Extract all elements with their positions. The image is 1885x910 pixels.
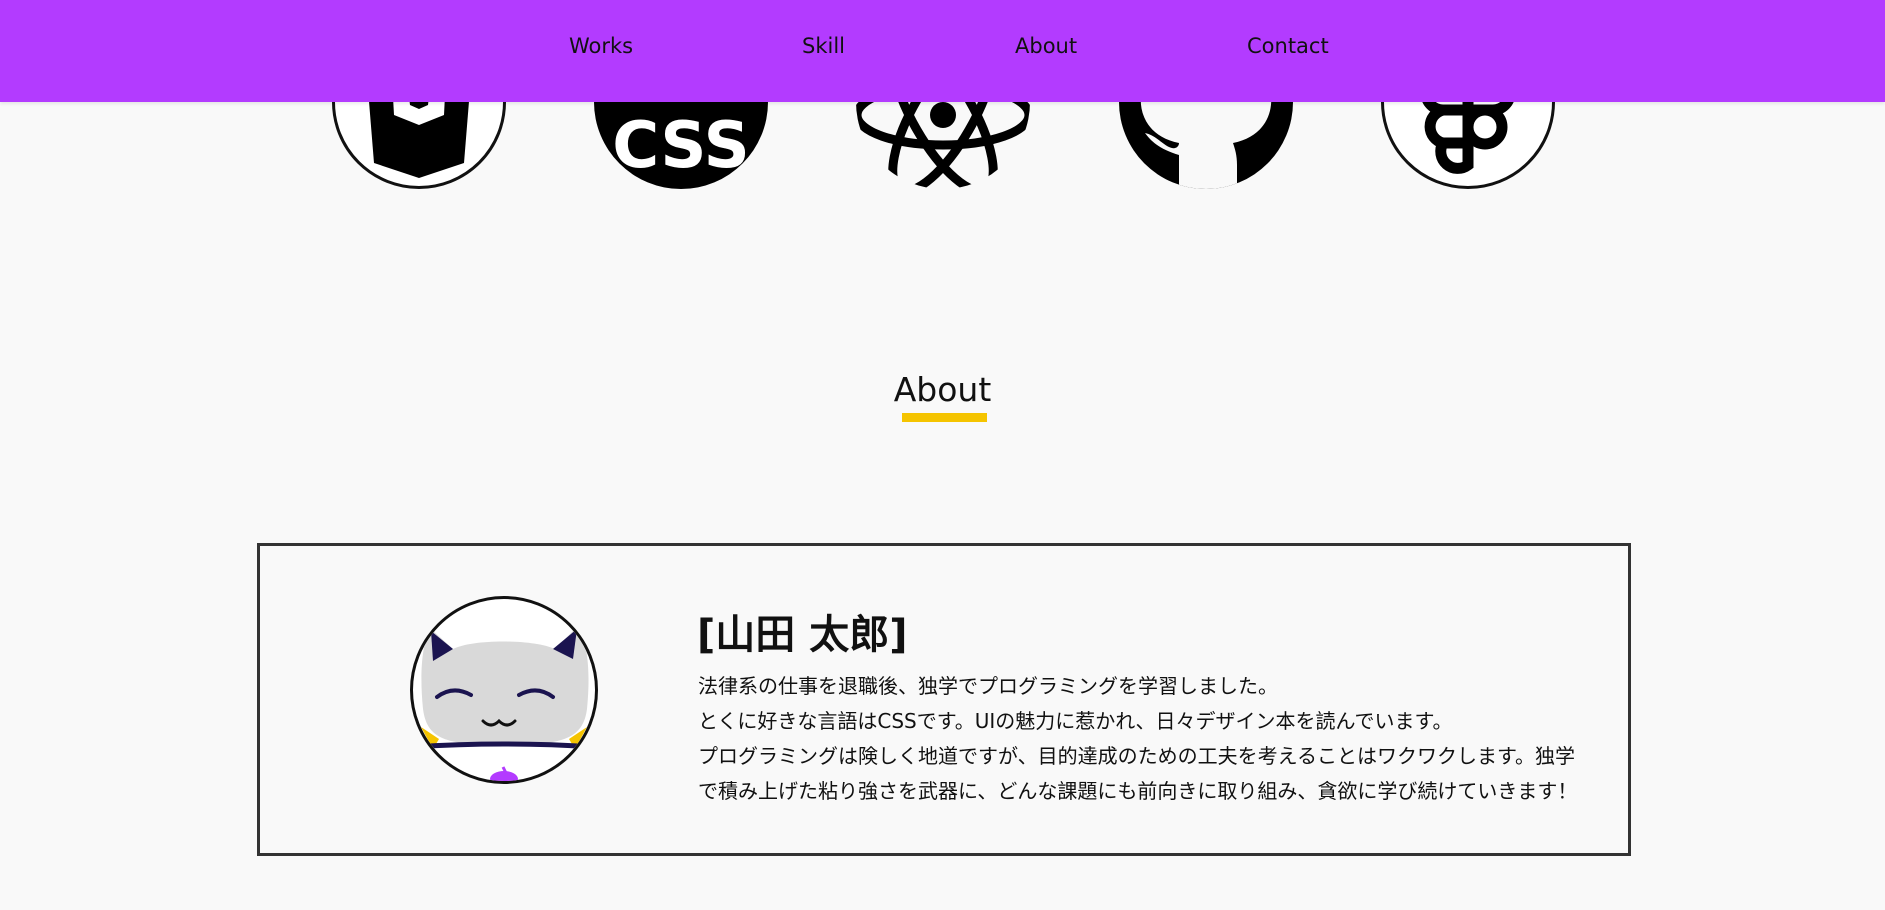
profile-name: [山田 太郎] bbox=[697, 612, 908, 658]
bio-line: プログラミングは険しく地道ですが、目的達成のための工夫を考えることはワクワクしま… bbox=[698, 744, 1575, 768]
bio-line: とくに好きな言語はCSSです。UIの魅力に惹かれ、日々デザイン本を読んでいます。 bbox=[698, 709, 1453, 733]
bio-line: 法律系の仕事を退職後、独学でプログラミングを学習しました。 bbox=[698, 674, 1278, 698]
nav-link-works[interactable]: Works bbox=[569, 34, 633, 58]
about-section-title: About bbox=[893, 370, 992, 409]
bio-line: で積み上げた粘り強さを武器に、どんな課題にも前向きに取り組み、貪欲に学び続けてい… bbox=[698, 779, 1578, 803]
nav-link-contact[interactable]: Contact bbox=[1247, 34, 1329, 58]
nav-link-about[interactable]: About bbox=[1015, 34, 1077, 58]
nav-link-skill[interactable]: Skill bbox=[802, 34, 845, 58]
header-nav: Works Skill About Contact bbox=[0, 0, 1885, 102]
title-underline bbox=[902, 413, 987, 422]
page: CSS Works Skill About Contact About [山田 … bbox=[0, 0, 1885, 910]
css-label: CSS bbox=[612, 109, 749, 183]
avatar bbox=[410, 596, 598, 784]
cat-avatar-icon bbox=[413, 627, 595, 781]
